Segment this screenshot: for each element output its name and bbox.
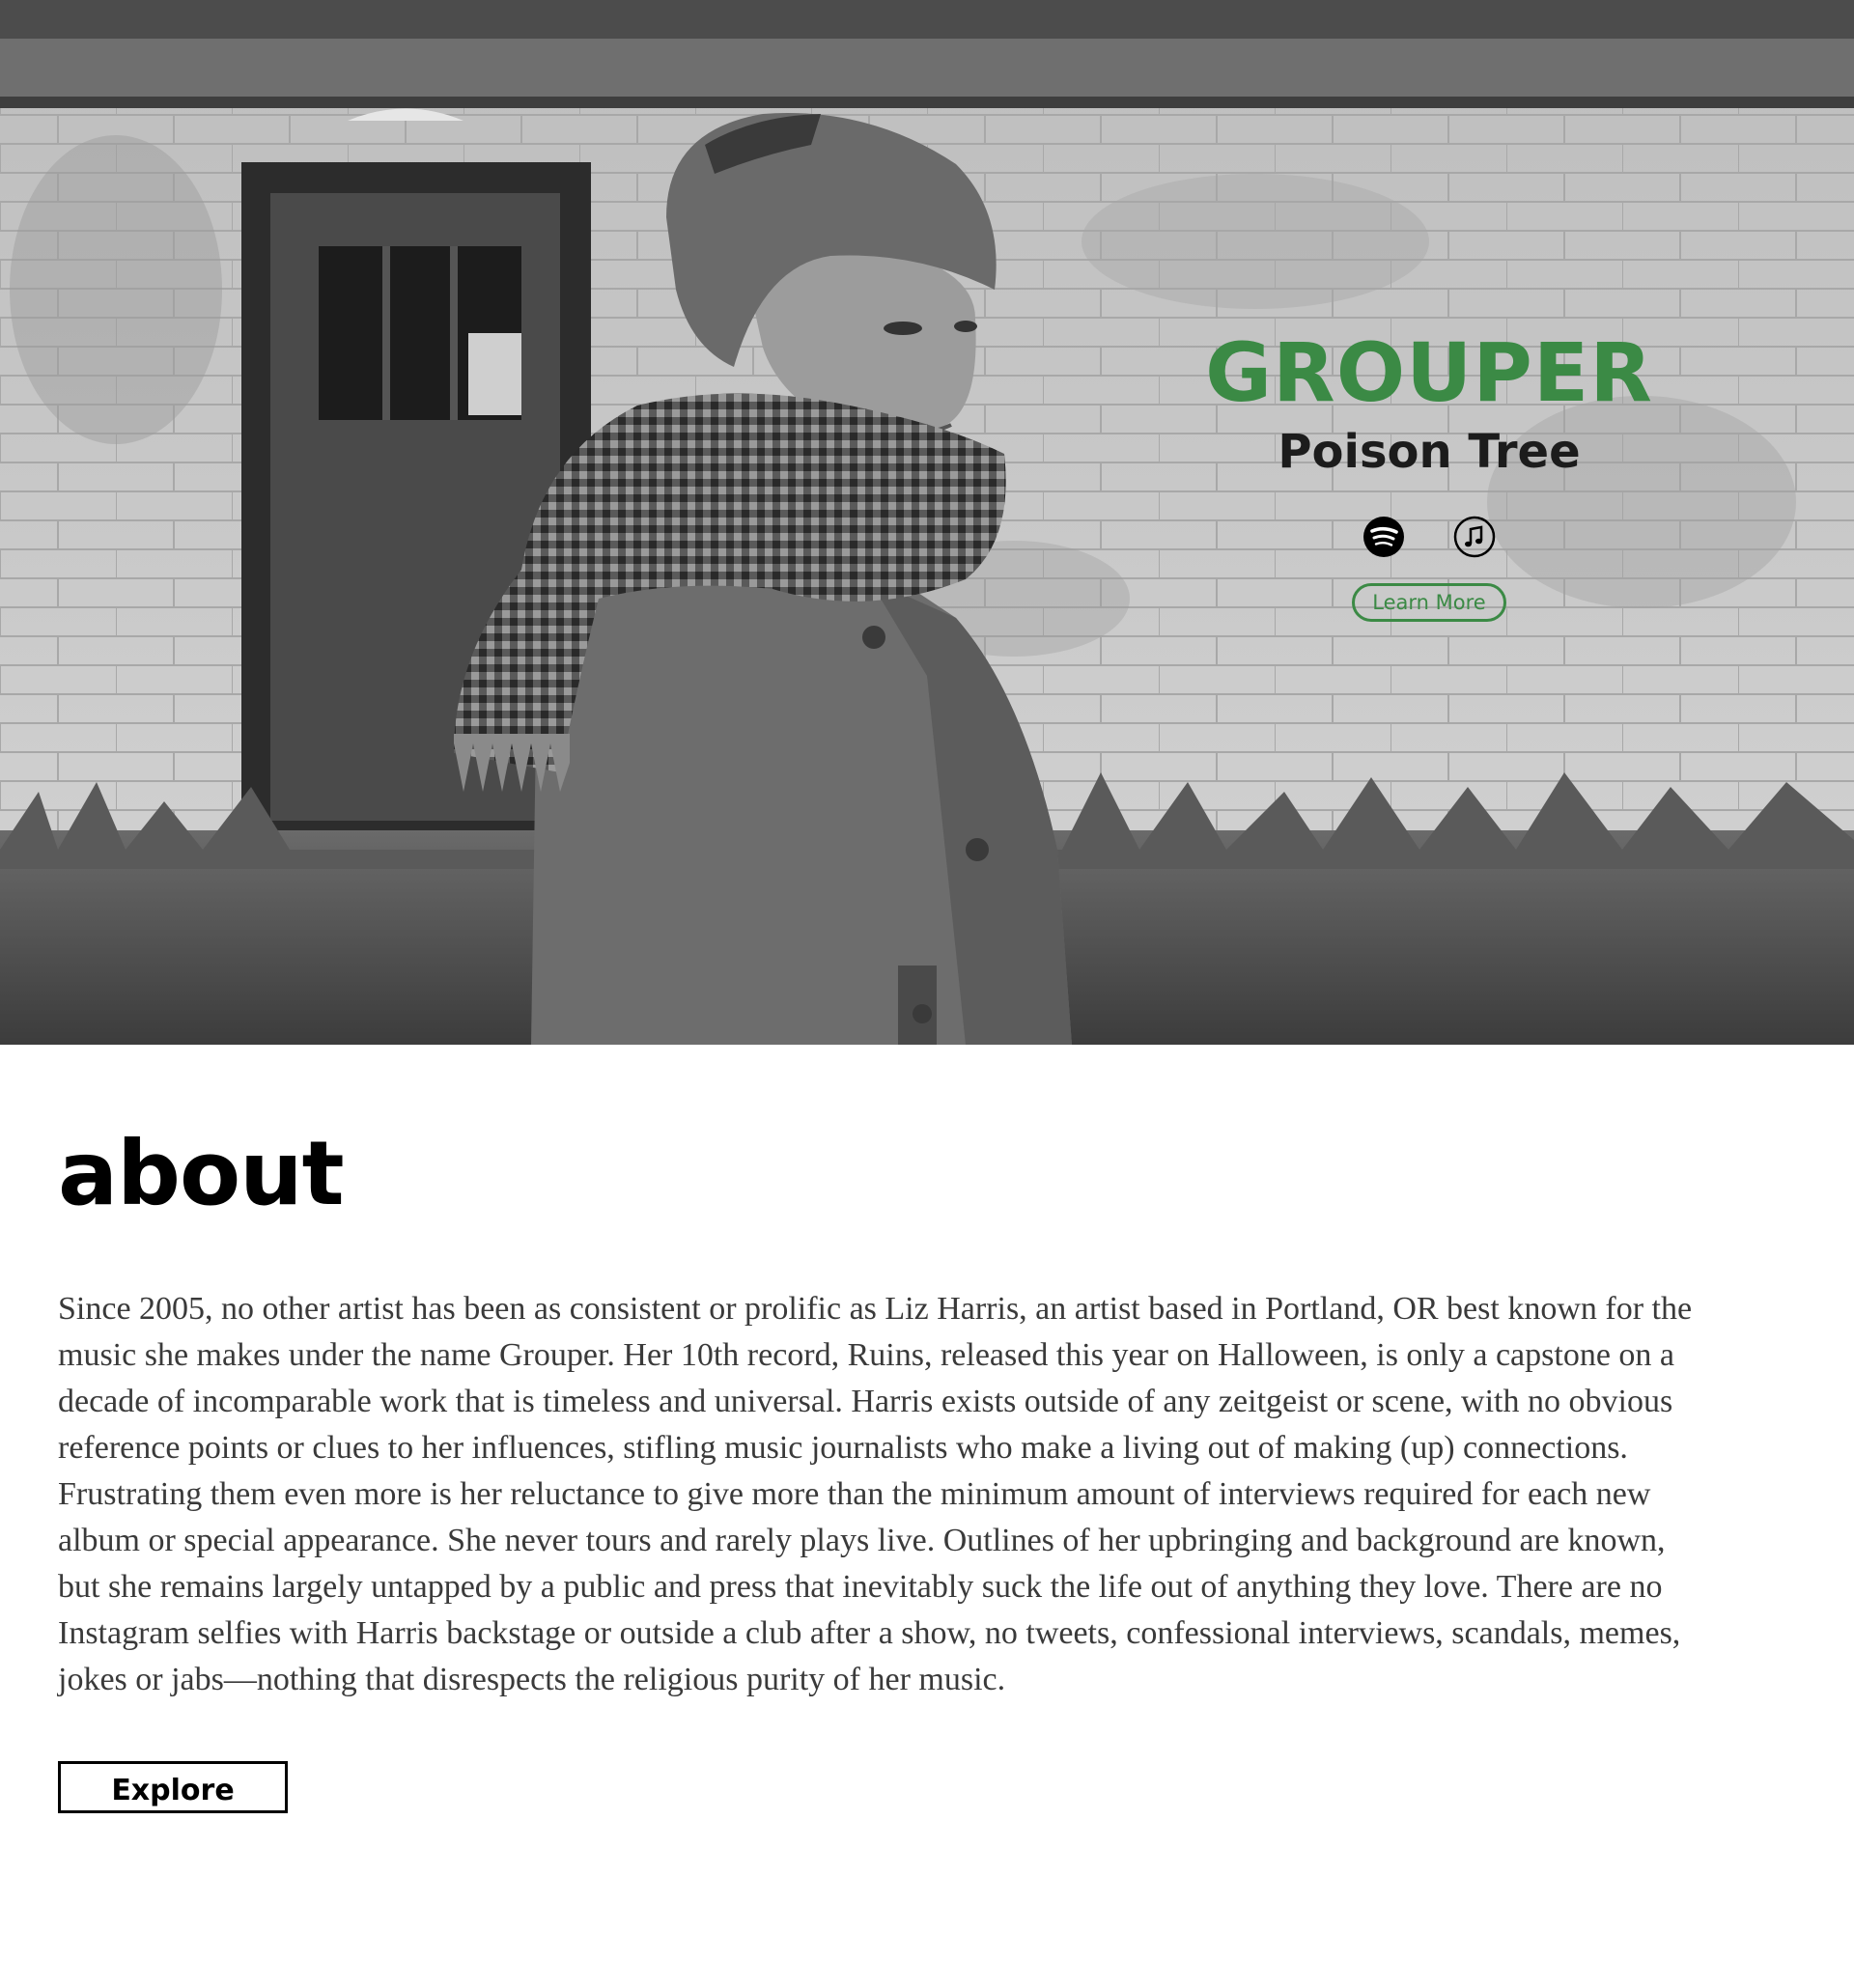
about-heading: about — [58, 1122, 345, 1225]
album-title: Poison Tree — [1278, 425, 1581, 480]
explore-button[interactable]: Explore — [58, 1761, 288, 1813]
spotify-link[interactable] — [1362, 516, 1405, 558]
apple-music-icon — [1453, 516, 1496, 558]
hero-copy: GROUPER Poison Tree Learn More — [1139, 328, 1719, 622]
apple-music-link[interactable] — [1453, 516, 1496, 558]
spotify-icon — [1363, 516, 1404, 557]
about-section: about Since 2005, no other artist has be… — [58, 1130, 1700, 1813]
streaming-links — [1139, 516, 1719, 558]
learn-more-button[interactable]: Learn More — [1352, 582, 1506, 622]
hero-section: GROUPER Poison Tree Learn More — [0, 0, 1854, 1045]
about-body-text: Since 2005, no other artist has been as … — [58, 1291, 1693, 1697]
band-name: GROUPER — [1205, 325, 1653, 420]
